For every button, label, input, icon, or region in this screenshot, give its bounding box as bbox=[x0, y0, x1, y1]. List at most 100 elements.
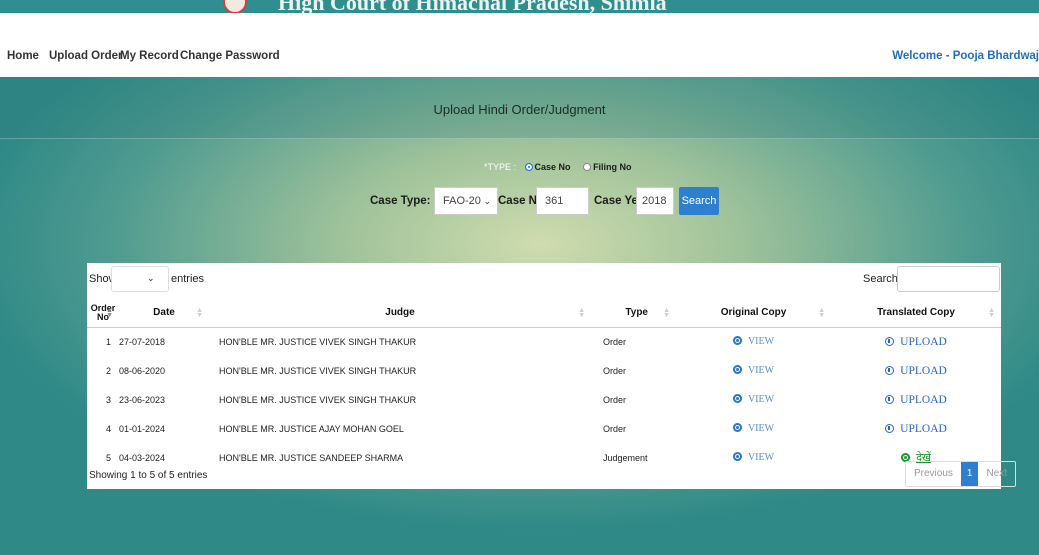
cell-translated-copy: UPLOAD bbox=[831, 356, 1001, 385]
case-type-value: FAO-20 bbox=[443, 195, 481, 207]
welcome-user[interactable]: Welcome - Pooja Bhardwaj bbox=[892, 50, 1039, 62]
nav-my-record[interactable]: My Record bbox=[120, 50, 179, 62]
table-row: 2 08-06-2020 HON'BLE MR. JUSTICE VIVEK S… bbox=[87, 356, 1001, 385]
cell-type: Order bbox=[603, 365, 627, 376]
cell-translated-copy: UPLOAD bbox=[831, 385, 1001, 414]
cell-order-no: 5 bbox=[105, 452, 111, 463]
col-judge-label: Judge bbox=[385, 307, 415, 319]
upload-icon bbox=[885, 336, 895, 346]
cell-translated-copy: UPLOAD bbox=[831, 414, 1001, 443]
banner-title: High Court of Himachal Pradesh, Shimla bbox=[278, 0, 667, 13]
cell-date: 08-06-2020 bbox=[119, 365, 166, 376]
col-original-copy[interactable]: Original Copy ▲ ▼ bbox=[676, 299, 831, 328]
cell-original-copy: VIEW bbox=[676, 443, 831, 472]
col-type[interactable]: Type ▲ ▼ bbox=[591, 299, 676, 328]
view-link[interactable]: VIEW bbox=[748, 423, 774, 434]
view-link[interactable]: VIEW bbox=[748, 336, 774, 347]
main-area: Upload Hindi Order/Judgment *TYPE : Case… bbox=[0, 77, 1039, 555]
page-title-bar: Upload Hindi Order/Judgment bbox=[0, 77, 1039, 139]
table-info: Showing 1 to 5 of 5 entries bbox=[89, 470, 208, 481]
view-link[interactable]: VIEW bbox=[748, 365, 774, 376]
col-translated-copy[interactable]: Translated Copy ▲ ▼ bbox=[831, 299, 1001, 328]
sort-icon: ▲ ▼ bbox=[818, 307, 825, 319]
cell-judge: HON'BLE MR. JUSTICE VIVEK SINGH THAKUR bbox=[219, 394, 417, 405]
nav-upload-order[interactable]: Upload Order bbox=[49, 50, 122, 62]
case-no-input[interactable]: 361 bbox=[536, 187, 589, 215]
top-banner: High Court of Himachal Pradesh, Shimla bbox=[0, 0, 1039, 13]
table-search-label: Search: bbox=[863, 273, 901, 285]
table-row: 1 27-07-2018 HON'BLE MR. JUSTICE VIVEK S… bbox=[87, 327, 1001, 356]
upload-link[interactable]: UPLOAD bbox=[900, 423, 947, 435]
case-type-select[interactable]: FAO-20 ⌄ bbox=[434, 187, 498, 215]
table-row: 3 23-06-2023 HON'BLE MR. JUSTICE VIVEK S… bbox=[87, 385, 1001, 414]
col-date[interactable]: Date ▲ ▼ bbox=[119, 299, 209, 328]
sort-icon: ▲ ▼ bbox=[988, 307, 995, 319]
table-controls: Show ⌄ entries Search: bbox=[87, 266, 1001, 292]
type-selector: *TYPE : Case No Filing No bbox=[484, 162, 636, 172]
cell-date: 27-07-2018 bbox=[119, 336, 166, 347]
page-title: Upload Hindi Order/Judgment bbox=[433, 102, 606, 117]
upload-link[interactable]: UPLOAD bbox=[900, 365, 947, 377]
col-judge[interactable]: Judge ▲ ▼ bbox=[209, 299, 591, 328]
cell-date: 23-06-2023 bbox=[119, 394, 166, 405]
cell-date: 04-03-2024 bbox=[119, 452, 166, 463]
cell-judge: HON'BLE MR. JUSTICE AJAY MOHAN GOEL bbox=[219, 423, 404, 434]
nav-change-password[interactable]: Change Password bbox=[180, 50, 280, 62]
eye-icon bbox=[732, 452, 742, 461]
chevron-down-icon: ⌄ bbox=[483, 196, 491, 206]
upload-icon bbox=[885, 423, 895, 433]
court-emblem-icon bbox=[223, 0, 247, 13]
col-original-copy-label: Original Copy bbox=[720, 307, 787, 319]
cell-order-no: 3 bbox=[105, 394, 111, 405]
cell-type: Judgement bbox=[603, 452, 648, 463]
cell-original-copy: VIEW bbox=[676, 356, 831, 385]
eye-icon bbox=[732, 394, 742, 403]
upload-icon bbox=[885, 365, 895, 375]
cell-date: 01-01-2024 bbox=[119, 423, 166, 434]
table-row: 4 01-01-2024 HON'BLE MR. JUSTICE AJAY MO… bbox=[87, 414, 1001, 443]
sort-icon: ▲ ▼ bbox=[196, 307, 203, 319]
col-translated-copy-label: Translated Copy bbox=[877, 307, 955, 319]
type-label: *TYPE : bbox=[484, 162, 517, 172]
col-date-label: Date bbox=[153, 307, 175, 319]
upload-icon bbox=[885, 394, 895, 404]
chevron-down-icon: ⌄ bbox=[147, 273, 155, 283]
view-link[interactable]: VIEW bbox=[748, 394, 774, 405]
radio-case-no[interactable] bbox=[524, 163, 533, 171]
table-search-input[interactable] bbox=[897, 266, 1000, 292]
cell-type: Order bbox=[603, 336, 627, 347]
entries-label: entries bbox=[171, 273, 205, 285]
col-order-no[interactable]: Order No ▲ ▼ bbox=[87, 299, 119, 328]
upload-link[interactable]: UPLOAD bbox=[900, 336, 947, 348]
pagination-page[interactable]: 1 bbox=[960, 462, 979, 486]
pagination: Previous 1 Next bbox=[905, 461, 1017, 487]
radio-case-no-label: Case No bbox=[534, 162, 571, 172]
search-button[interactable]: Search bbox=[679, 187, 719, 215]
eye-icon bbox=[732, 336, 742, 346]
case-year-input[interactable]: 2018 bbox=[636, 187, 674, 215]
radio-filing-no-label: Filing No bbox=[593, 162, 632, 172]
sort-icon: ▲ ▼ bbox=[663, 307, 670, 319]
upload-link[interactable]: UPLOAD bbox=[900, 394, 947, 406]
cell-original-copy: VIEW bbox=[676, 414, 831, 443]
cell-judge: HON'BLE MR. JUSTICE VIVEK SINGH THAKUR bbox=[219, 336, 417, 347]
cell-judge: HON'BLE MR. JUSTICE SANDEEP SHARMA bbox=[219, 452, 404, 463]
cell-order-no: 1 bbox=[105, 336, 111, 347]
pagination-next[interactable]: Next bbox=[978, 462, 1015, 486]
pagination-previous[interactable]: Previous bbox=[906, 462, 961, 486]
case-search-form: Case Type: FAO-20 ⌄ Case No: 361 Case Ye… bbox=[0, 187, 1039, 215]
sort-icon: ▲ ▼ bbox=[578, 307, 585, 319]
eye-icon bbox=[732, 423, 742, 432]
entries-select[interactable] bbox=[111, 266, 169, 292]
cell-original-copy: VIEW bbox=[676, 385, 831, 414]
sort-icon: ▲ ▼ bbox=[106, 307, 113, 319]
view-link[interactable]: VIEW bbox=[748, 452, 774, 463]
cell-type: Order bbox=[603, 423, 627, 434]
cell-order-no: 4 bbox=[105, 423, 111, 434]
radio-filing-no[interactable] bbox=[583, 163, 592, 171]
table-row: 5 04-03-2024 HON'BLE MR. JUSTICE SANDEEP… bbox=[87, 443, 1001, 472]
nav-home[interactable]: Home bbox=[7, 50, 39, 62]
cell-order-no: 2 bbox=[105, 365, 111, 376]
cell-type: Order bbox=[603, 394, 627, 405]
cell-judge: HON'BLE MR. JUSTICE VIVEK SINGH THAKUR bbox=[219, 365, 417, 376]
